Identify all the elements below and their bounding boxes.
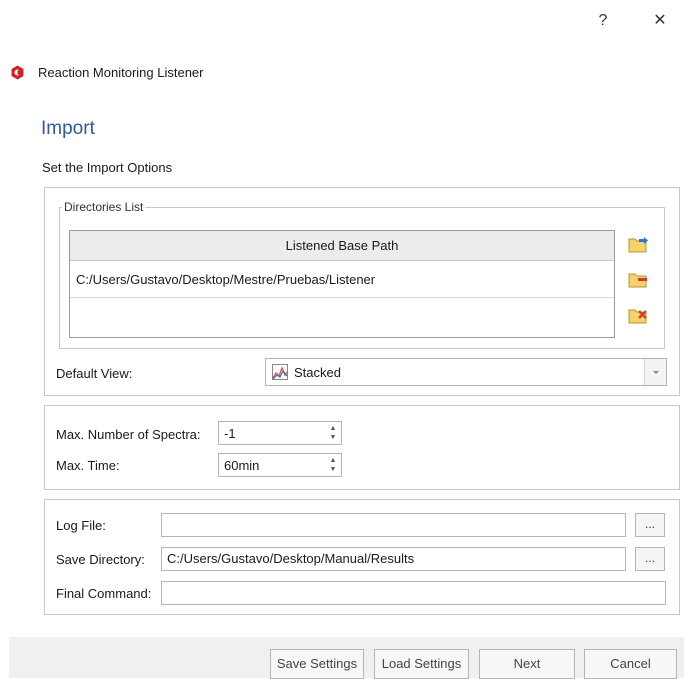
- help-button[interactable]: ?: [588, 10, 618, 32]
- default-view-select[interactable]: Stacked: [265, 358, 667, 386]
- app-logo-icon: [10, 65, 25, 80]
- log-file-browse-button[interactable]: ...: [635, 513, 665, 537]
- log-file-input[interactable]: [161, 513, 626, 537]
- page-subtitle: Set the Import Options: [42, 160, 173, 175]
- final-command-input[interactable]: [161, 581, 666, 605]
- save-directory-browse-button[interactable]: ...: [635, 547, 665, 571]
- remove-folder-icon[interactable]: [626, 267, 650, 291]
- spin-arrows-icon[interactable]: ▲ ▼: [329, 456, 337, 474]
- add-folder-icon[interactable]: [626, 232, 650, 256]
- app-title: Reaction Monitoring Listener: [38, 65, 204, 80]
- max-spectra-spinbox[interactable]: -1 ▲ ▼: [218, 421, 342, 445]
- table-row[interactable]: C:/Users/Gustavo/Desktop/Mestre/Pruebas/…: [70, 261, 614, 298]
- next-button[interactable]: Next: [479, 649, 575, 679]
- default-view-label: Default View:: [56, 366, 133, 381]
- stacked-chart-icon: [272, 364, 288, 383]
- max-spectra-value: -1: [224, 426, 236, 441]
- directories-table: Listened Base Path C:/Users/Gustavo/Desk…: [69, 230, 615, 338]
- final-command-label: Final Command:: [56, 586, 152, 601]
- limits-panel: [44, 405, 680, 490]
- default-view-value: Stacked: [294, 365, 341, 380]
- close-button[interactable]: ✕: [645, 10, 675, 32]
- save-directory-input[interactable]: C:/Users/Gustavo/Desktop/Manual/Results: [161, 547, 626, 571]
- directories-legend: Directories List: [64, 200, 144, 214]
- chevron-down-icon[interactable]: [644, 359, 666, 385]
- clear-folders-icon[interactable]: [626, 303, 650, 327]
- column-header[interactable]: Listened Base Path: [70, 231, 614, 261]
- log-file-label: Log File:: [56, 518, 106, 533]
- save-directory-label: Save Directory:: [56, 552, 145, 567]
- page-title: Import: [41, 118, 95, 139]
- spin-arrows-icon[interactable]: ▲ ▼: [329, 424, 337, 442]
- cancel-button[interactable]: Cancel: [584, 649, 677, 679]
- load-settings-button[interactable]: Load Settings: [374, 649, 469, 679]
- max-spectra-label: Max. Number of Spectra:: [56, 427, 201, 442]
- max-time-label: Max. Time:: [56, 458, 120, 473]
- max-time-spinbox[interactable]: 60min ▲ ▼: [218, 453, 342, 477]
- table-row[interactable]: [70, 298, 614, 335]
- max-time-value: 60min: [224, 458, 260, 473]
- save-settings-button[interactable]: Save Settings: [270, 649, 364, 679]
